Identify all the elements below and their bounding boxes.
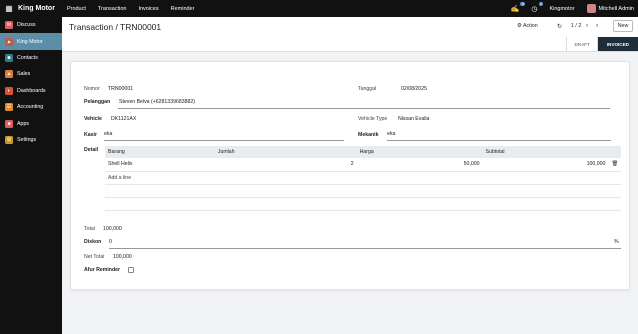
sidebar-item-accounting[interactable]: ☰ Accounting — [0, 99, 62, 115]
nomor-value: TRN00001 — [108, 86, 134, 92]
status-bar: DRAFT INVOICED — [566, 37, 638, 51]
mekanik-label: Mekanik — [358, 132, 379, 138]
percent-sign: % — [614, 239, 619, 245]
vehicle-label: Vehicle — [84, 116, 102, 122]
user-name: Mitchell Admin — [598, 5, 634, 12]
menu-reminder[interactable]: Reminder — [171, 6, 195, 12]
menu-product[interactable]: Product — [67, 6, 86, 12]
sales-icon: ▲ — [5, 70, 13, 79]
cell-barang[interactable]: Shell Helix — [105, 158, 215, 172]
sidebar-item-label: King Motor — [17, 38, 43, 45]
activity-badge: 1 — [538, 1, 544, 6]
tanggal-value: 02/08/2025 — [401, 86, 427, 92]
empty-row — [105, 184, 621, 198]
table-header-row: Barang Jumlah Harga Subtotal — [105, 146, 621, 158]
add-line-row: Add a line — [105, 171, 621, 185]
dashboards-icon: ◐ — [5, 86, 13, 95]
sidebar-item-label: Settings — [17, 136, 37, 143]
kasir-label: Kasir — [84, 132, 97, 138]
chat-icon[interactable]: ✍ 5 — [511, 1, 526, 13]
kasir-field[interactable]: eka — [104, 129, 344, 141]
sidebar-item-discuss[interactable]: ✉ Discuss — [0, 17, 62, 33]
sidebar-item-contacts[interactable]: ☻ Contacts — [0, 50, 62, 66]
king-motor-icon: ▲ — [5, 37, 13, 46]
diskon-field[interactable]: 0 — [109, 237, 621, 249]
activity-clock-icon[interactable]: ◷ 1 — [531, 1, 544, 13]
sidebar-item-sales[interactable]: ▲ Sales — [0, 66, 62, 82]
add-line-link[interactable]: Add a line — [105, 171, 621, 185]
total-value: 100,000 — [103, 226, 122, 232]
refresh-icon[interactable]: ↻ — [557, 23, 562, 30]
apps-icon: ■ — [5, 119, 13, 128]
sidebar-item-label: Apps — [17, 120, 30, 127]
chat-badge: 5 — [520, 1, 526, 6]
sidebar-item-dashboards[interactable]: ◐ Dashboards — [0, 83, 62, 99]
chevron-right-icon[interactable]: › — [596, 22, 598, 29]
avatar — [586, 4, 596, 13]
tanggal-label: Tanggal — [358, 86, 377, 92]
net-total-value: 100,000 — [113, 254, 132, 260]
empty-row — [105, 197, 621, 211]
col-subtotal[interactable]: Subtotal — [482, 146, 609, 158]
cell-harga[interactable]: 50,000 — [356, 158, 483, 172]
trash-icon[interactable]: 🗑 — [608, 158, 621, 172]
col-actions — [608, 146, 621, 158]
nomor-label: Nomor — [84, 86, 100, 92]
new-button[interactable]: New — [613, 20, 633, 32]
sidebar-item-label: Dashboards — [17, 87, 46, 94]
afur-reminder-label: Afur Reminder — [84, 267, 121, 273]
main-content: Transaction / TRN00001 ⚙ Action ↻ 1 / 2 … — [62, 17, 638, 334]
vehicle-value: DK1121AX — [111, 116, 137, 122]
sidebar-item-label: Discuss — [17, 22, 36, 29]
sidebar-item-settings[interactable]: ⚙ Settings — [0, 132, 62, 148]
cell-subtotal: 100,000 — [482, 158, 609, 172]
form-sheet: Nomor TRN00001 Tanggal 02/08/2025 Pelang… — [70, 61, 630, 290]
status-invoiced[interactable]: INVOICED — [596, 37, 638, 51]
menu-invoices[interactable]: Invoices — [138, 6, 158, 12]
control-panel: Transaction / TRN00001 ⚙ Action ↻ 1 / 2 … — [62, 17, 638, 52]
status-draft[interactable]: DRAFT — [566, 37, 596, 51]
detail-label: Detail — [84, 147, 99, 153]
cell-jumlah[interactable]: 2 — [214, 158, 357, 172]
app-brand[interactable]: King Motor — [18, 5, 55, 12]
pager-value[interactable]: 1 / 2 — [571, 23, 581, 29]
vehicle-type-label: Vehicle Type — [358, 116, 388, 122]
sidebar-item-apps[interactable]: ■ Apps — [0, 115, 62, 131]
pelanggan-field[interactable]: Steven Belva (+6281339683882) — [118, 97, 610, 109]
menu-transaction[interactable]: Transaction — [98, 6, 127, 12]
col-jumlah[interactable]: Jumlah — [214, 146, 357, 158]
action-button[interactable]: ⚙ Action — [517, 23, 538, 29]
total-label: Total — [84, 226, 95, 232]
vehicle-type-value: Nissan Evalia — [398, 116, 430, 122]
afur-reminder-checkbox[interactable] — [128, 267, 134, 273]
sidebar-item-label: Accounting — [17, 104, 44, 111]
discuss-icon: ✉ — [5, 21, 13, 30]
settings-icon: ⚙ — [5, 135, 13, 144]
col-barang[interactable]: Barang — [105, 146, 215, 158]
net-total-label: Net Total — [84, 254, 105, 260]
sidebar-item-king-motor[interactable]: ▲ King Motor — [0, 33, 62, 50]
table-row[interactable]: Shell Helix 2 50,000 100,000 🗑 — [105, 158, 621, 172]
top-navbar: ▦ King Motor Product Transaction Invoice… — [0, 0, 638, 17]
mekanik-field[interactable]: eka — [387, 129, 611, 141]
contacts-icon: ☻ — [5, 53, 13, 62]
sidebar-item-label: Sales — [17, 71, 31, 78]
detail-table: Barang Jumlah Harga Subtotal Shell Helix… — [105, 146, 621, 211]
grid-icon[interactable]: ▦ — [0, 0, 18, 17]
accounting-icon: ☰ — [5, 103, 13, 112]
breadcrumb[interactable]: Transaction / TRN00001 — [69, 22, 161, 32]
user-menu[interactable]: Mitchell Admin — [586, 4, 634, 13]
chevron-left-icon[interactable]: ‹ — [586, 22, 588, 29]
sidebar: ✉ Discuss ▲ King Motor ☻ Contacts ▲ Sales ◐ D… — [0, 17, 62, 334]
company-switcher[interactable]: Kingmotor — [549, 6, 574, 12]
sidebar-item-label: Contacts — [17, 54, 38, 61]
action-label: Action — [522, 23, 538, 29]
col-harga[interactable]: Harga — [356, 146, 483, 158]
pelanggan-label: Pelanggan — [84, 99, 111, 105]
diskon-label: Diskon — [84, 239, 102, 245]
